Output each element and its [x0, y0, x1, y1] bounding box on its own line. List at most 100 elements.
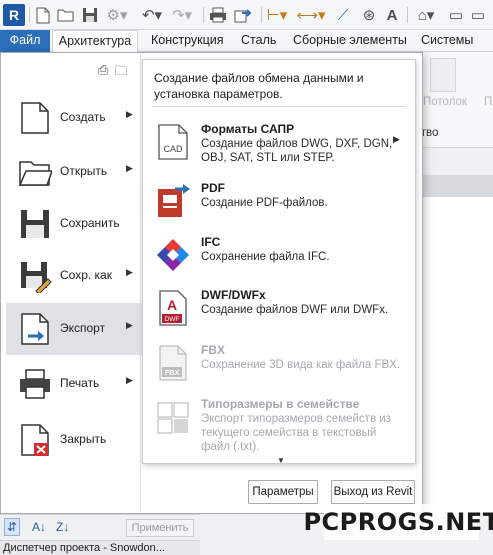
menu-item-print[interactable]: Печать ▶ [6, 358, 142, 410]
export-item-fbx: FBX FBX Сохранение 3D вида как файла FBX… [155, 343, 409, 383]
menu-item-open[interactable]: Открыть ▶ [6, 146, 142, 198]
submenu-arrow-icon: ▶ [126, 109, 133, 119]
home-icon[interactable]: ⌂▾ [412, 5, 440, 25]
export-item-title: Типоразмеры в семействе [201, 397, 360, 411]
properties-toolbar: ⇵ A↓ Z↓ Применить [0, 514, 200, 540]
tab-file[interactable]: Файл [0, 30, 50, 52]
dwf-icon: A DWF [159, 290, 187, 326]
file-menu: ⎙ 🗀 Создать ▶ Открыть ▶ Сохранить Сохр. … [0, 52, 423, 514]
submenu-arrow-icon: ▶ [126, 320, 133, 330]
toolbar-separator [261, 7, 262, 23]
menu-item-label: Создать [60, 110, 106, 124]
menu-item-save[interactable]: Сохранить [6, 198, 142, 250]
tab-precast[interactable]: Сборные элементы [293, 30, 407, 52]
export-item-title: IFC [201, 235, 221, 249]
menu-item-close[interactable]: Закрыть [6, 414, 142, 466]
toolbar-separator [407, 7, 408, 23]
tag-circle-icon[interactable]: ⊛ [360, 5, 378, 25]
save-as-icon [21, 262, 52, 293]
export-file-icon [21, 313, 49, 345]
ifc-icon [157, 239, 189, 271]
ribbon-p-label: П [484, 96, 493, 108]
switch-windows-icon[interactable]: ▭ [468, 5, 488, 25]
ribbon-ceiling-label: Потолок [423, 96, 467, 108]
tab-structure[interactable]: Конструкция [151, 30, 224, 52]
sync-icon[interactable]: ⚙▾ [104, 5, 130, 25]
export-item-cad[interactable]: CAD Форматы САПР Создание файлов DWG, DX… [155, 122, 409, 166]
export-item-desc: Сохранение файла IFC. [201, 251, 330, 263]
menu-item-label: Экспорт [60, 321, 106, 335]
export-item-ifc[interactable]: IFC Сохранение файла IFC. [155, 235, 409, 275]
text-icon[interactable]: A [383, 5, 401, 25]
ceiling-icon [430, 58, 456, 92]
menu-item-label: Сохр. как [60, 268, 112, 282]
export-submenu: Создание файлов обмена данными и установ… [142, 59, 416, 465]
dimension-icon[interactable]: ⟷▾ [296, 5, 326, 25]
file-icon[interactable] [34, 5, 52, 25]
export-item-desc: Создание файлов DWG, DXF, DGN, OBJ, SAT,… [201, 138, 393, 164]
sort-za-icon[interactable]: Z↓ [56, 520, 69, 534]
tab-steel[interactable]: Сталь [241, 30, 276, 52]
toolbar-separator [29, 7, 30, 23]
print-icon[interactable] [208, 5, 228, 25]
pdf-icon [158, 184, 190, 217]
quick-access-toolbar: R ⚙▾ ↶▾ ↷▾ ⊢▾ ⟷▾ ⟋ ⊛ A ⌂▾ ▭ ▭ [0, 0, 493, 30]
export-item-family-types: Типоразмеры в семействе Экспорт типоразм… [155, 397, 409, 455]
export-item-title: DWF/DWFx [201, 288, 266, 302]
menu-item-label: Печать [60, 376, 100, 390]
fbx-icon: FBX [159, 345, 187, 381]
open-folder-icon [18, 161, 52, 186]
export-item-title: PDF [201, 181, 225, 195]
cad-icon: CAD [158, 124, 188, 160]
watermark: PCPROGS.NET [303, 504, 493, 540]
menu-item-new[interactable]: Создать ▶ [6, 92, 142, 144]
open-documents-icon[interactable]: 🗀 [114, 62, 127, 84]
window-icon[interactable]: ▭ [446, 5, 466, 25]
export-icon[interactable] [232, 5, 254, 25]
tab-systems[interactable]: Системы [421, 30, 473, 52]
options-button[interactable]: Параметры [248, 480, 318, 504]
measure-icon[interactable]: ⊢▾ [266, 5, 288, 25]
menu-item-export[interactable]: Экспорт ▶ [6, 303, 142, 355]
svg-text:CAD: CAD [163, 144, 183, 154]
recent-documents-icon[interactable]: ⎙ [98, 62, 108, 84]
project-browser-title: Диспетчер проекта - Snowdon... [0, 540, 200, 555]
open-icon[interactable] [56, 5, 76, 25]
tab-architecture[interactable]: Архитектура [52, 30, 138, 53]
submenu-arrow-icon: ▶ [126, 267, 133, 277]
menu-item-label: Закрыть [60, 432, 107, 446]
scroll-down-icon[interactable]: ▼ [277, 456, 285, 465]
svg-text:DWF: DWF [165, 316, 180, 323]
exit-revit-button[interactable]: Выход из Revit [331, 480, 415, 504]
export-item-dwf[interactable]: A DWF DWF/DWFx Создание файлов DWF или DW… [155, 288, 409, 328]
file-menu-left-pane: ⎙ 🗀 Создать ▶ Открыть ▶ Сохранить Сохр. … [2, 54, 142, 512]
redo-icon[interactable]: ↷▾ [170, 5, 194, 25]
export-submenu-header: Создание файлов обмена данными и установ… [154, 71, 364, 101]
export-item-pdf[interactable]: PDF Создание PDF-файлов. [155, 181, 409, 221]
submenu-arrow-icon: ▶ [126, 163, 133, 173]
revit-logo[interactable]: R [3, 4, 25, 26]
family-types-icon [157, 402, 189, 434]
close-file-icon [21, 424, 49, 456]
export-item-desc: Создание PDF-файлов. [201, 197, 328, 209]
ribbon-tabs: Файл Архитектура Конструкция Сталь Сборн… [0, 30, 493, 53]
save-icon[interactable] [80, 5, 100, 25]
tag-icon[interactable]: ⟋ [334, 5, 352, 25]
svg-text:FBX: FBX [165, 368, 180, 377]
svg-text:A: A [167, 297, 177, 313]
new-file-icon [21, 102, 49, 134]
sort-az-icon[interactable]: A↓ [32, 520, 46, 534]
menu-item-save-as[interactable]: Сохр. как ▶ [6, 250, 142, 302]
submenu-arrow-icon: ▶ [126, 375, 133, 385]
divider [152, 106, 406, 107]
menu-item-label: Открыть [60, 164, 108, 178]
export-item-desc: Создание файлов DWF или DWFx. [201, 304, 389, 316]
export-item-desc: Сохранение 3D вида как файла FBX. [201, 359, 401, 371]
categorized-icon: ⇵ [7, 520, 18, 534]
undo-icon[interactable]: ↶▾ [140, 5, 164, 25]
export-item-title: Форматы САПР [201, 122, 295, 136]
recent-docs-icons: ⎙ 🗀 [98, 62, 127, 84]
toolbar-separator [203, 7, 204, 23]
save-disk-icon [21, 210, 49, 238]
apply-button[interactable]: Применить [126, 519, 194, 537]
